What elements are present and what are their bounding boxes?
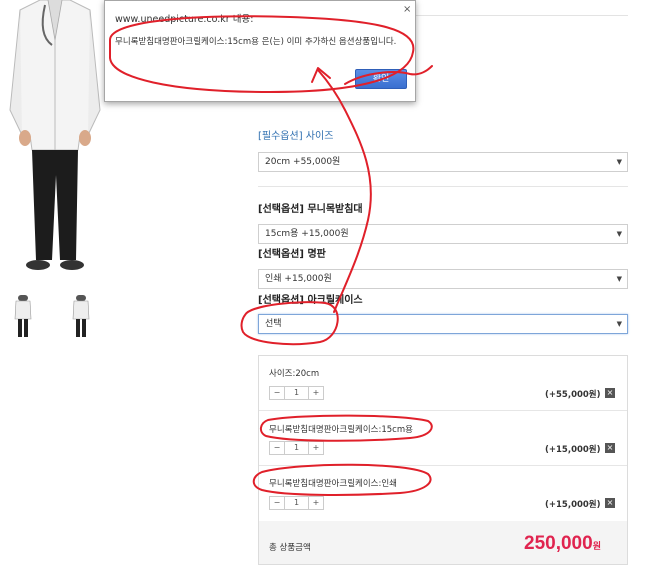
annotation-scribble (344, 65, 433, 85)
annotation-arrow-line (317, 69, 372, 313)
annotation-circle-row2 (260, 414, 433, 442)
annotation-circle-select (240, 301, 339, 346)
annotation-circle-row3 (252, 463, 432, 496)
annotation-overlay (109, 15, 433, 496)
annotation-circle-dialog (109, 15, 415, 93)
